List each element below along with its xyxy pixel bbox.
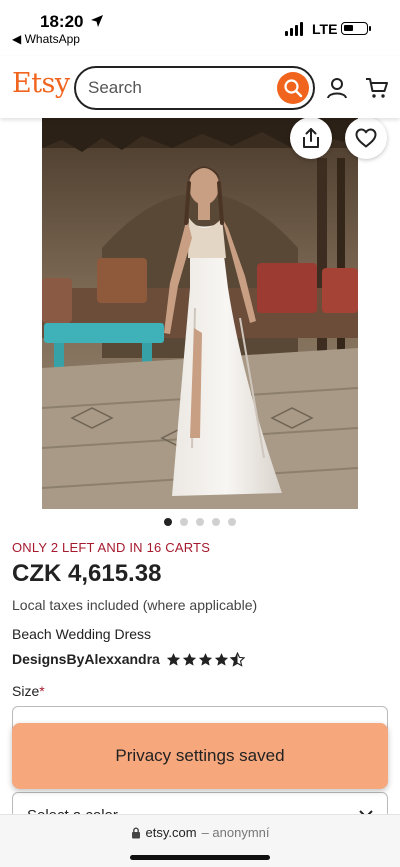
product-image[interactable] — [42, 118, 358, 509]
status-time: 18:20 — [40, 12, 84, 31]
url-mode: – anonymní — [201, 825, 270, 840]
home-indicator[interactable] — [130, 855, 270, 860]
back-to-app-link[interactable]: ◀ WhatsApp — [12, 32, 80, 46]
location-arrow-icon — [91, 15, 103, 27]
lock-icon — [131, 827, 140, 838]
network-type: LTE — [312, 21, 338, 37]
pagination-dot-5[interactable] — [228, 518, 236, 526]
pagination-dot-3[interactable] — [196, 518, 204, 526]
etsy-logo[interactable]: Etsy — [12, 68, 70, 99]
site-header: Etsy — [0, 56, 400, 118]
share-button[interactable] — [290, 117, 332, 159]
tax-note: Local taxes included (where applicable) — [12, 597, 258, 613]
battery-icon — [341, 22, 371, 35]
pagination-dot-4[interactable] — [212, 518, 220, 526]
privacy-toast[interactable]: Privacy settings saved — [12, 723, 388, 789]
shop-name-link[interactable]: DesignsByAlexxandra — [12, 651, 160, 667]
product-photo — [42, 118, 358, 509]
star-icon — [198, 652, 212, 666]
search-input[interactable] — [88, 76, 268, 100]
rating-stars — [166, 651, 245, 667]
browser-url-bar[interactable]: etsy.com – anonymní — [0, 814, 400, 867]
search-button[interactable] — [277, 72, 309, 104]
image-pagination — [0, 518, 400, 526]
account-button[interactable] — [321, 72, 353, 104]
pagination-dot-2[interactable] — [180, 518, 188, 526]
size-label: Size* — [12, 683, 45, 699]
heart-icon — [355, 128, 377, 148]
cart-button[interactable] — [361, 72, 393, 104]
product-title: Beach Wedding Dress — [12, 626, 152, 642]
product-price: CZK 4,615.38 — [12, 560, 162, 587]
cart-icon — [366, 78, 388, 98]
url-domain: etsy.com — [145, 825, 197, 840]
status-bar: 18:20 ◀ WhatsApp LTE — [0, 0, 400, 56]
required-marker: * — [39, 683, 45, 699]
star-icon — [166, 652, 180, 666]
toast-message: Privacy settings saved — [115, 746, 285, 765]
star-icon — [182, 652, 196, 666]
share-icon — [303, 128, 319, 148]
pagination-dot-1[interactable] — [164, 518, 172, 526]
star-icon — [214, 652, 228, 666]
search-bar[interactable] — [74, 66, 315, 110]
search-icon — [284, 79, 303, 98]
shop-row: DesignsByAlexxandra — [12, 651, 245, 667]
scarcity-notice: ONLY 2 LEFT AND IN 16 CARTS — [12, 540, 211, 555]
favorite-button[interactable] — [345, 117, 387, 159]
user-icon — [327, 78, 347, 99]
signal-icon — [285, 22, 303, 36]
half-star-icon — [229, 651, 245, 667]
